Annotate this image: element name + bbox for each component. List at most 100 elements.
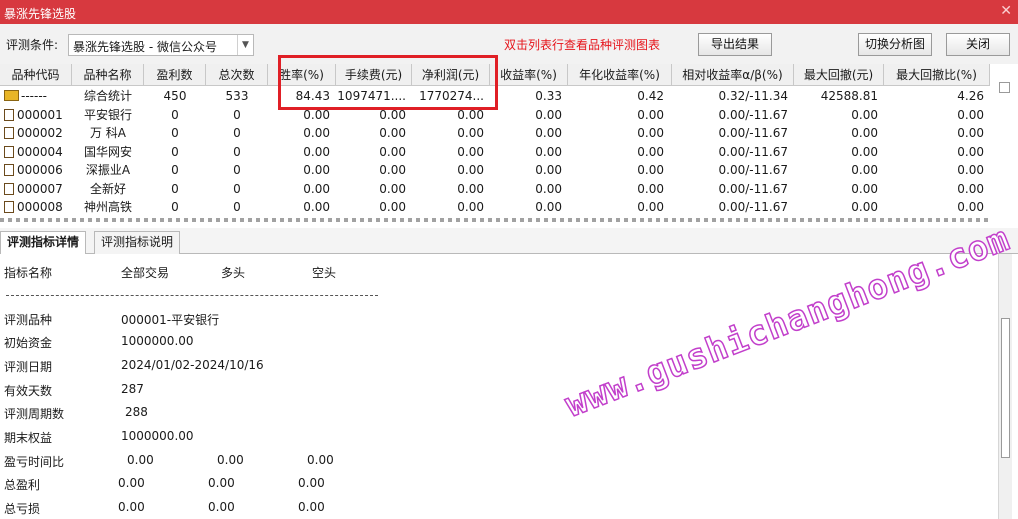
cell-code: 000006 [17,163,63,177]
detail-panel: 指标名称 全部交易 多头 空头 评测品种 000001-平安银行 初始资金 10… [0,254,998,519]
cell-annual-return: 0.42 [637,89,664,103]
cell-max-drawdown-ratio: 0.00 [957,163,984,177]
cell-relative-return: 0.00/-11.67 [718,181,788,196]
cell-wins: 450 [163,89,187,103]
summary-folder-icon [4,90,19,101]
cell-wins: 0 [171,107,179,122]
cell-fee: 0.00 [379,107,406,122]
cell-win-rate: 0.00 [303,200,330,214]
cell-win-rate: 84.43 [295,89,330,103]
table-row[interactable]: 000002 万 科A 0 0 0.00 0.00 0.00 0.00 0.00… [0,124,990,143]
col-header-win-rate[interactable]: 胜率(%) [268,64,336,86]
cell-win-rate: 0.00 [303,107,330,122]
col-header-max-drawdown[interactable]: 最大回撤(元) [794,64,884,86]
document-icon [4,201,14,213]
table-row[interactable]: 000004 国华网安 0 0 0.00 0.00 0.00 0.00 0.00… [0,143,990,162]
cell-net-profit: 0.00 [457,181,484,196]
col-header-max-drawdown-ratio[interactable]: 最大回撤比(%) [884,64,990,86]
table-scrollbar-box[interactable] [999,82,1010,93]
detail-value: 2024/01/02-2024/10/16 [121,358,264,372]
cell-code: 000004 [17,144,63,159]
scrollbar-thumb[interactable] [1001,318,1010,458]
cell-max-drawdown: 0.00 [851,144,878,159]
cell-win-rate: 0.00 [303,144,330,159]
window-close-icon[interactable]: ✕ [1000,3,1012,19]
cell-win-rate: 0.00 [303,126,330,140]
cell-total: 0 [233,181,241,196]
cell-annual-return: 0.00 [637,144,664,159]
cell-total: 0 [233,200,241,214]
col-header-net-profit[interactable]: 净利润(元) [412,64,490,86]
detail-value-long: 0.00 [208,500,235,514]
table-row[interactable]: 000008 神州高铁 0 0 0.00 0.00 0.00 0.00 0.00… [0,198,990,217]
detail-label: 总亏损 [4,502,41,516]
cell-name: 深振业A [85,163,131,177]
detail-label: 盈亏时间比 [4,455,65,469]
cell-return: 0.00 [535,144,562,159]
cell-max-drawdown-ratio: 0.00 [957,181,984,196]
partial-row [0,218,990,222]
document-icon [4,164,14,176]
window-title: 暴涨先锋选股 [4,7,77,21]
cell-code: 000007 [17,181,63,196]
detail-value: 1000000.00 [121,429,194,443]
detail-label: 初始资金 [4,336,53,350]
col-header-return[interactable]: 收益率(%) [490,64,568,86]
cell-relative-return: 0.00/-11.67 [718,126,788,140]
close-button[interactable]: 关闭 [946,33,1010,56]
col-header-wins[interactable]: 盈利数 [144,64,206,86]
col-header-total[interactable]: 总次数 [206,64,268,86]
cell-return: 0.00 [535,126,562,140]
col-header-relative-return[interactable]: 相对收益率α/β(%) [672,64,794,86]
detail-value: 000001-平安银行 [121,313,220,327]
detail-tabs: 评测指标详情 评测指标说明 [0,228,1018,255]
detail-scrollbar[interactable] [998,254,1012,519]
col-header-fee[interactable]: 手续费(元) [336,64,412,86]
detail-header-short: 空头 [312,266,337,280]
detail-value-short: 0.00 [307,453,334,467]
cell-code: 000001 [17,107,63,122]
detail-value-long: 0.00 [208,476,235,490]
cell-return: 0.00 [535,181,562,196]
chevron-down-icon[interactable]: ▼ [237,35,253,55]
detail-value-all: 0.00 [118,500,145,514]
detail-value: 288 [125,405,148,419]
col-header-name[interactable]: 品种名称 [72,64,144,86]
cell-max-drawdown: 42588.81 [820,89,878,103]
cell-name: 平安银行 [83,107,132,122]
tab-indicator-details[interactable]: 评测指标详情 [0,231,87,255]
cell-net-profit: 0.00 [457,163,484,177]
col-header-code[interactable]: 品种代码 [0,64,72,86]
detail-divider [6,295,378,296]
tab-indicator-explanation[interactable]: 评测指标说明 [94,231,181,254]
cell-code: 000008 [17,200,63,214]
col-header-annual-return[interactable]: 年化收益率(%) [568,64,672,86]
switch-chart-button[interactable]: 切换分析图 [858,33,932,56]
table-row[interactable]: 000001 平安银行 0 0 0.00 0.00 0.00 0.00 0.00… [0,106,990,125]
toolbar: 评测条件: 暴涨先锋选股 - 微信公众号 ▼ 双击列表行查看品种评测图表 导出结… [0,24,1018,64]
cell-net-profit: 0.00 [457,126,484,140]
detail-value-all: 0.00 [127,453,154,467]
export-button[interactable]: 导出结果 [698,33,772,56]
cell-fee: 0.00 [379,163,406,177]
cell-total: 533 [225,89,249,103]
detail-label: 评测日期 [4,360,53,374]
cell-max-drawdown: 0.00 [851,181,878,196]
document-icon [4,145,14,158]
cell-name: 万 科A [89,126,127,140]
detail-label: 期末权益 [4,431,53,445]
table-row[interactable]: 000007 全新好 0 0 0.00 0.00 0.00 0.00 0.00 … [0,180,990,199]
cell-max-drawdown-ratio: 0.00 [957,200,984,214]
table-row[interactable]: 000006 深振业A 0 0 0.00 0.00 0.00 0.00 0.00… [0,161,990,180]
detail-header-all: 全部交易 [121,266,170,280]
cell-max-drawdown-ratio: 4.26 [957,89,984,103]
detail-header-name: 指标名称 [4,266,53,280]
detail-value-short: 0.00 [298,476,325,490]
condition-select[interactable]: 暴涨先锋选股 - 微信公众号 ▼ [68,34,254,56]
table-row-summary[interactable]: ------ 综合统计 450 533 84.43 1097471.... 17… [0,87,990,106]
cell-name: 国华网安 [83,144,132,159]
cell-annual-return: 0.00 [637,181,664,196]
detail-value-short: 0.00 [298,500,325,514]
cell-max-drawdown: 0.00 [851,107,878,122]
detail-label: 有效天数 [4,384,53,398]
